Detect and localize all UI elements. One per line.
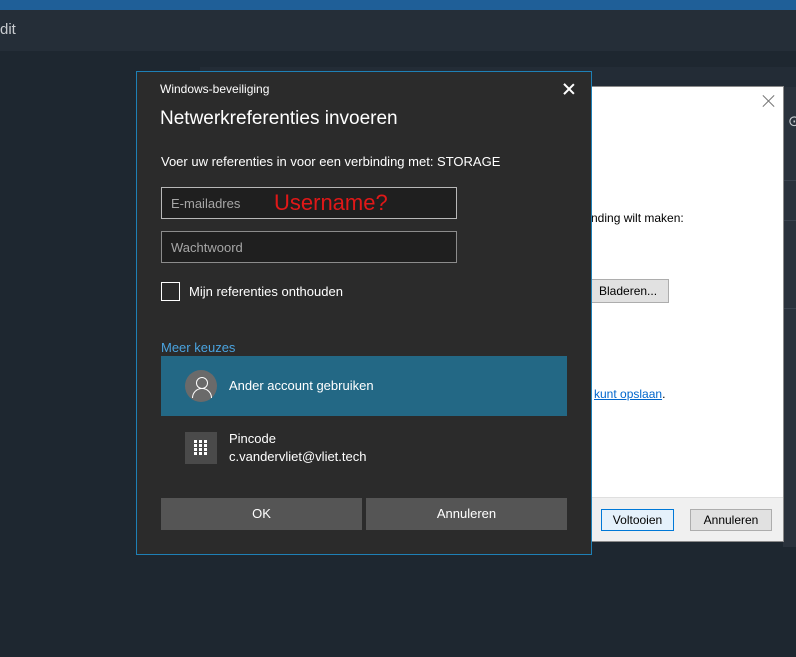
option-other-account[interactable]: Ander account gebruiken (161, 356, 567, 416)
background-title-bar (0, 0, 796, 10)
wizard-cancel-button[interactable]: Annuleren (690, 509, 772, 531)
dialog-app-name: Windows-beveiliging (160, 82, 270, 96)
background-menu-item[interactable]: dit (0, 21, 16, 38)
background-side-panel (783, 87, 796, 547)
wizard-instruction-text: nding wilt maken: (591, 211, 684, 225)
cancel-button[interactable]: Annuleren (366, 498, 567, 530)
wizard-link[interactable]: kunt opslaan. (594, 387, 665, 401)
wizard-footer: Voltooien Annuleren (591, 497, 783, 541)
user-icon (185, 370, 217, 402)
remember-credentials[interactable]: Mijn referenties onthouden (161, 281, 343, 301)
background-divider (783, 220, 796, 221)
remember-label: Mijn referenties onthouden (189, 283, 343, 299)
password-field[interactable] (162, 232, 456, 262)
password-field-container (161, 231, 457, 263)
map-network-drive-wizard: nding wilt maken: Bladeren... kunt opsla… (590, 86, 784, 542)
option-label: Pincode (229, 431, 276, 446)
keypad-icon (185, 432, 217, 464)
option-label: Ander account gebruiken (229, 378, 374, 393)
dialog-title: Netwerkreferenties invoeren (160, 108, 398, 129)
more-choices-link[interactable]: Meer keuzes (161, 340, 235, 355)
credential-dialog: Windows-beveiliging Netwerkreferenties i… (136, 71, 592, 555)
wizard-browse-button[interactable]: Bladeren... (591, 279, 669, 303)
close-icon[interactable] (561, 81, 577, 97)
wizard-close-icon[interactable] (761, 93, 777, 109)
dialog-description: Voer uw referenties in voor een verbindi… (161, 154, 501, 169)
background-divider (783, 180, 796, 181)
background-help-icon[interactable]: ⊙ (788, 112, 796, 130)
wizard-link-suffix: . (662, 387, 666, 401)
option-sublabel: c.vandervliet@vliet.tech (229, 449, 367, 464)
wizard-link-text[interactable]: kunt opslaan (594, 387, 662, 401)
background-menu-bar (0, 10, 796, 51)
wizard-finish-button[interactable]: Voltooien (601, 509, 674, 531)
background-divider (783, 308, 796, 309)
remember-checkbox[interactable] (161, 281, 180, 301)
option-pincode[interactable]: Pincode c.vandervliet@vliet.tech (161, 418, 567, 478)
ok-button[interactable]: OK (161, 498, 362, 530)
username-annotation: Username? (274, 190, 388, 215)
